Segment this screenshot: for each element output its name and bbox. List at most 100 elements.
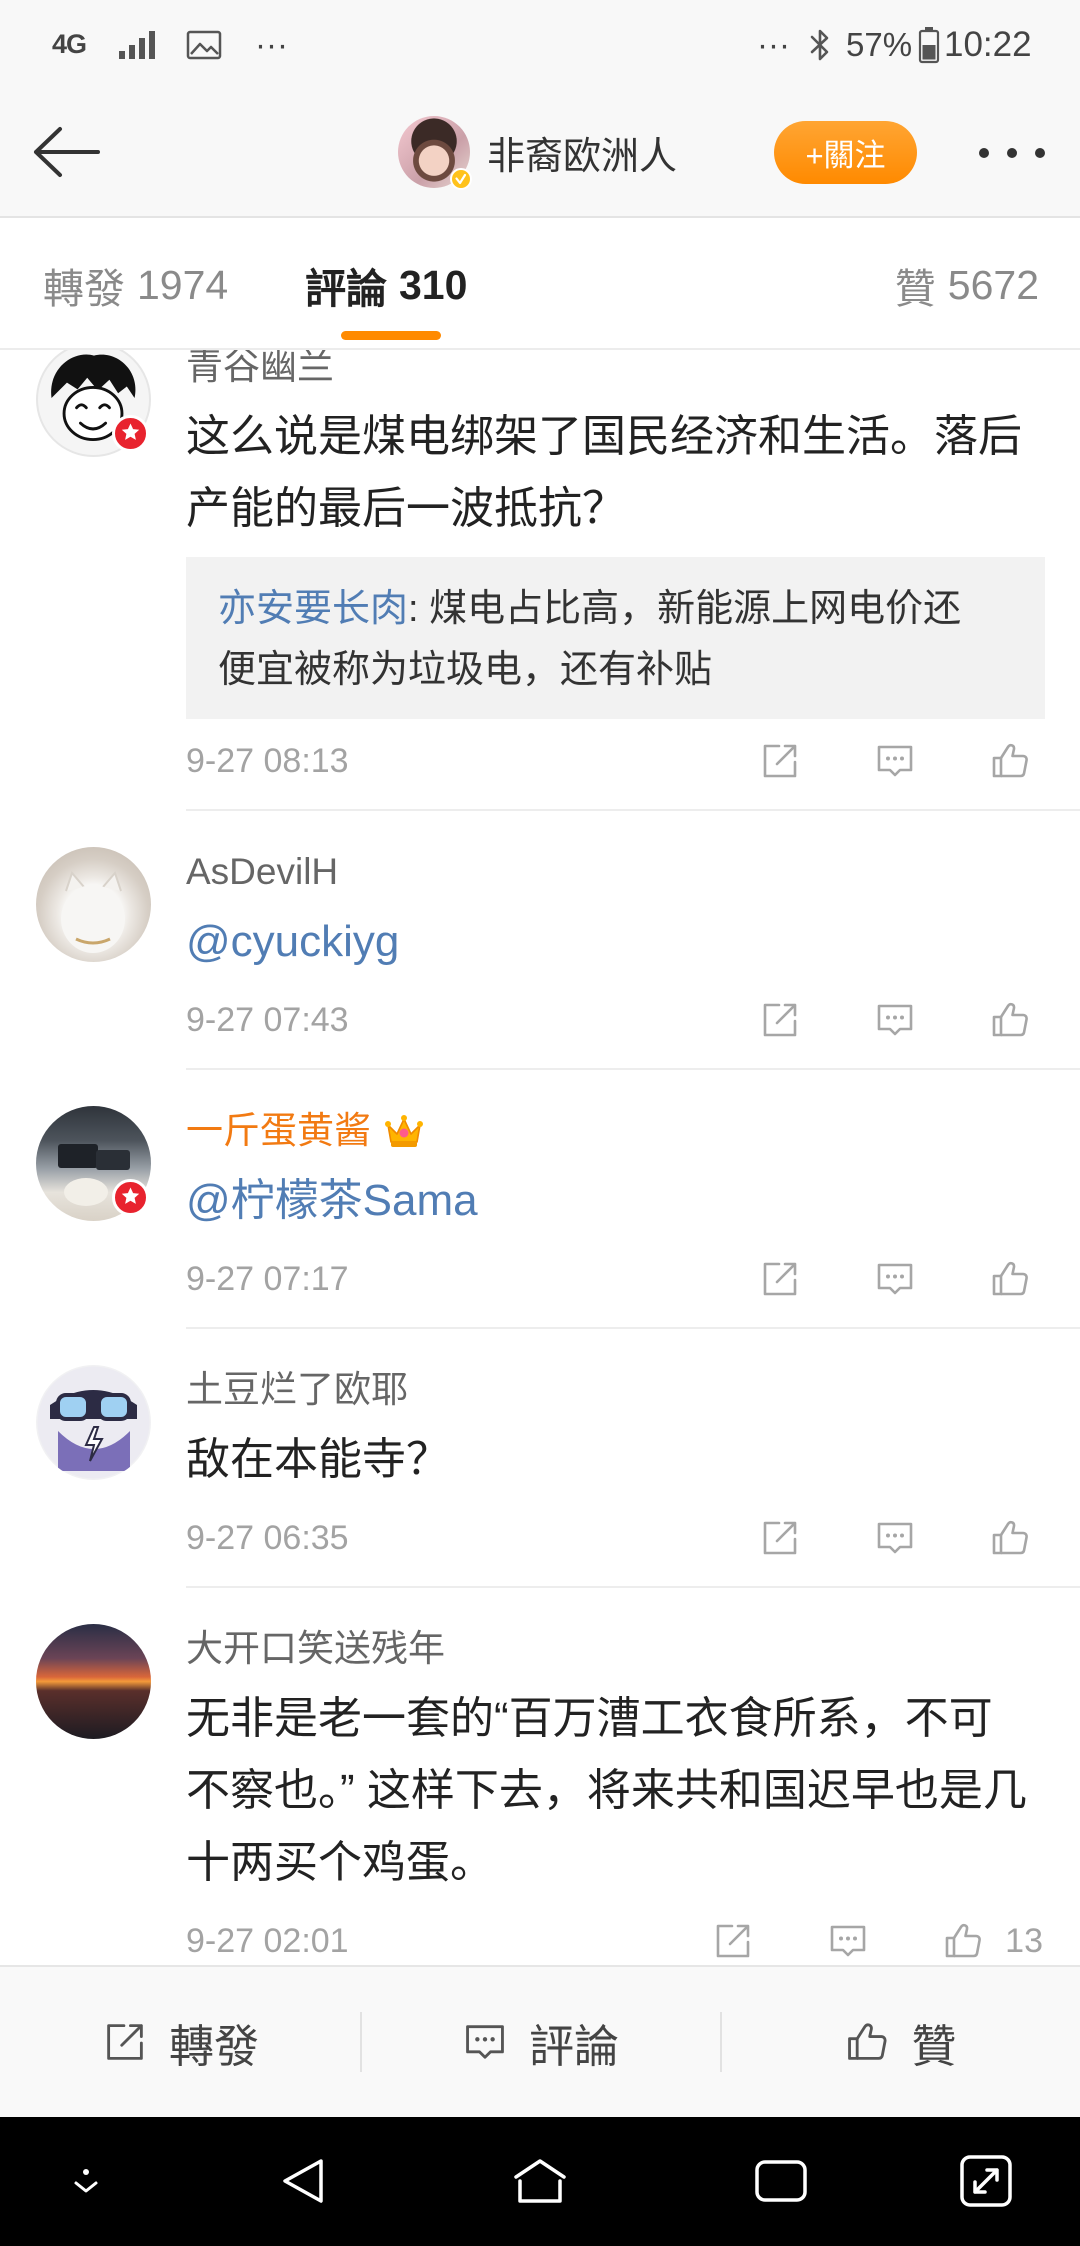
mention-link[interactable]: @cyuckiyg <box>186 906 1031 978</box>
home-nav-icon[interactable] <box>508 2149 572 2213</box>
comment-author[interactable]: 大开口笑送残年 <box>186 1626 1045 1672</box>
follow-button[interactable]: +關注 <box>774 121 917 184</box>
active-tab-indicator <box>341 331 441 340</box>
tab-label: 贊 <box>894 266 936 312</box>
avatar-image <box>36 1624 151 1739</box>
comment-time: 9-27 02:01 <box>186 1921 349 1960</box>
quoted-author[interactable]: 亦安要长肉 <box>218 588 408 630</box>
hide-nav-icon[interactable] <box>54 2149 118 2213</box>
comment-text: 无非是老一套的“百万漕工衣食所系，不可不察也。” 这样下去，将来共和国迟早也是几… <box>186 1694 1027 1887</box>
comment-icon[interactable] <box>873 1257 917 1301</box>
author-name[interactable]: 土豆烂了欧耶 <box>186 1367 408 1413</box>
tab-count: 310 <box>399 261 468 308</box>
repost-label: 轉發 <box>168 2020 259 2072</box>
repost-icon[interactable] <box>711 1919 755 1963</box>
comment-author[interactable]: 青谷幽兰 <box>186 350 1045 390</box>
comment-list[interactable]: 青谷幽兰 这么说是煤电绑架了国民经济和生活。落后产能的最后一波抵抗？ 亦安要长肉… <box>0 350 1080 1965</box>
like-icon[interactable] <box>941 1919 985 1963</box>
repost-button[interactable]: 轉發 <box>0 1967 360 2117</box>
back-button[interactable] <box>28 123 104 181</box>
comment-meta: 9-27 06:35 <box>186 1516 1045 1560</box>
comment-item[interactable]: 土豆烂了欧耶 敌在本能寺？ 9-27 06:35 <box>0 1329 1080 1588</box>
network-indicator: 4G <box>52 29 87 59</box>
signal-icon <box>118 0 158 89</box>
quoted-reply[interactable]: 亦安要长肉: 煤电占比高，新能源上网电价还便宜被称为垃圾电，还有补贴 <box>186 557 1045 719</box>
post-header: 非裔欧洲人 +關注 <box>0 89 1080 218</box>
avatar[interactable] <box>36 1365 151 1480</box>
comment-item[interactable]: AsDevilH @cyuckiyg 9-27 07:43 <box>0 811 1080 1070</box>
author-name[interactable]: 非裔欧洲人 <box>487 89 677 216</box>
avatar[interactable] <box>36 1624 151 1739</box>
avatar[interactable] <box>36 350 151 457</box>
repost-icon[interactable] <box>758 1516 802 1560</box>
more-icon <box>979 148 1045 158</box>
comment-actions <box>758 998 1032 1042</box>
expand-nav-icon[interactable] <box>954 2149 1018 2213</box>
post-action-bar: 轉發 評論 贊 <box>0 1965 1080 2117</box>
mention-link[interactable]: @柠檬茶Sama <box>186 1165 1031 1237</box>
comment-label: 評論 <box>528 2020 619 2072</box>
repost-icon[interactable] <box>758 739 802 783</box>
comment-actions: 13 <box>711 1919 1043 1963</box>
weibo-post-comments-screen: 4G ··· ··· 57% 10:22 非裔欧洲人 +關注 轉發 1974 評… <box>0 0 1080 2246</box>
comment-actions <box>758 1516 1032 1560</box>
like-icon <box>843 2018 891 2066</box>
author-name[interactable]: 一斤蛋黄酱 <box>186 1108 371 1154</box>
vip-crown-icon[interactable] <box>383 1112 425 1150</box>
comment-icon[interactable] <box>873 739 917 783</box>
avatar[interactable] <box>36 847 151 962</box>
avatar-image <box>36 847 151 962</box>
clock: 10:22 <box>944 24 1032 64</box>
comment-time: 9-27 06:35 <box>186 1518 349 1557</box>
tab-count: 5672 <box>947 261 1039 308</box>
author-name[interactable]: 大开口笑送残年 <box>186 1626 445 1672</box>
battery-icon <box>918 0 940 89</box>
like-icon[interactable] <box>988 1257 1032 1301</box>
bluetooth-icon <box>808 0 832 89</box>
comment-icon[interactable] <box>873 998 917 1042</box>
comment-icon[interactable] <box>873 1516 917 1560</box>
like-button[interactable]: 13 <box>941 1919 1043 1963</box>
comment-author[interactable]: 土豆烂了欧耶 <box>186 1367 1045 1413</box>
status-more-left: ··· <box>255 25 288 63</box>
like-icon[interactable] <box>988 998 1032 1042</box>
like-icon[interactable] <box>988 1516 1032 1560</box>
back-nav-icon[interactable] <box>271 2149 335 2213</box>
comment-item[interactable]: 大开口笑送残年 无非是老一套的“百万漕工衣食所系，不可不察也。” 这样下去，将来… <box>0 1588 1080 1965</box>
repost-icon[interactable] <box>758 998 802 1042</box>
avatar-image <box>36 1365 151 1480</box>
status-bar: 4G ··· ··· 57% 10:22 <box>0 0 1080 89</box>
like-icon[interactable] <box>988 739 1032 783</box>
recents-nav-icon[interactable] <box>749 2149 813 2213</box>
author-name[interactable]: 青谷幽兰 <box>186 350 334 390</box>
gallery-icon <box>186 0 222 89</box>
comment-button[interactable]: 評論 <box>360 1967 720 2117</box>
back-arrow-icon <box>34 127 100 177</box>
comment-time: 9-27 07:43 <box>186 1000 349 1039</box>
post-tabs: 轉發 1974 評論 310 贊 5672 <box>0 218 1080 350</box>
comment-author[interactable]: 一斤蛋黄酱 <box>186 1108 1045 1154</box>
comment-item[interactable]: 青谷幽兰 这么说是煤电绑架了国民经济和生活。落后产能的最后一波抵抗？ 亦安要长肉… <box>0 350 1080 811</box>
tab-label: 轉發 <box>43 266 125 312</box>
comment-author[interactable]: AsDevilH <box>186 849 1045 895</box>
repost-icon[interactable] <box>758 1257 802 1301</box>
comment-text: 这么说是煤电绑架了国民经济和生活。落后产能的最后一波抵抗？ <box>186 412 1022 533</box>
like-button[interactable]: 贊 <box>720 1967 1080 2117</box>
comment-meta: 9-27 02:01 13 <box>186 1919 1045 1963</box>
battery-percent: 57% <box>846 25 913 63</box>
system-nav-bar <box>0 2117 1080 2246</box>
comment-meta: 9-27 07:43 <box>186 998 1045 1042</box>
avatar[interactable] <box>36 1106 151 1221</box>
quote-separator: : <box>408 588 430 630</box>
comment-item[interactable]: 一斤蛋黄酱 @柠檬茶Sama 9-27 07:17 <box>0 1070 1080 1329</box>
comment-icon[interactable] <box>826 1919 870 1963</box>
tab-count: 1974 <box>137 261 229 308</box>
author-name[interactable]: AsDevilH <box>186 849 338 895</box>
more-button[interactable] <box>972 133 1052 173</box>
comment-actions <box>758 1257 1032 1301</box>
repost-icon <box>101 2018 149 2066</box>
author-avatar[interactable] <box>398 116 472 190</box>
tab-likes[interactable]: 贊 5672 <box>895 218 1039 352</box>
comment-meta: 9-27 08:13 <box>186 739 1045 783</box>
tab-reposts[interactable]: 轉發 1974 <box>43 218 228 352</box>
